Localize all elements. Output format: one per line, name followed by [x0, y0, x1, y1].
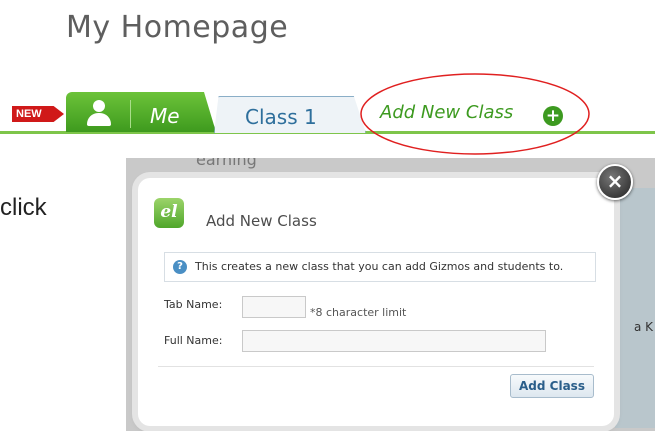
tab-class-1[interactable]: Class 1 — [214, 96, 366, 133]
background-strip — [615, 188, 655, 428]
highlight-ellipse — [360, 73, 590, 155]
background-side-text: a K — [633, 320, 653, 334]
info-icon: ? — [173, 260, 187, 274]
tab-me[interactable]: Me — [66, 92, 216, 132]
instruction-text: click — [0, 194, 47, 221]
background-header-text: earning — [196, 158, 257, 169]
char-limit-note: *8 character limit — [310, 306, 407, 319]
new-badge: NEW — [12, 106, 64, 122]
modal-divider — [158, 366, 594, 367]
explorelearning-logo-icon: el — [154, 198, 184, 228]
tab-name-input[interactable] — [242, 296, 306, 318]
person-icon — [84, 98, 114, 130]
add-class-modal: el Add New Class ? This creates a new cl… — [138, 178, 614, 426]
close-icon[interactable]: × — [597, 164, 633, 200]
info-text: This creates a new class that you can ad… — [195, 260, 564, 273]
tab-class-1-label: Class 1 — [245, 105, 317, 129]
info-box: ? This creates a new class that you can … — [164, 252, 596, 282]
tab-me-label: Me — [150, 104, 180, 128]
tab-divider — [130, 100, 131, 128]
full-name-input[interactable] — [242, 330, 546, 352]
modal-title: Add New Class — [206, 212, 317, 230]
full-name-label: Full Name: — [164, 334, 223, 347]
add-class-button[interactable]: Add Class — [510, 374, 594, 398]
page-title: My Homepage — [66, 10, 289, 45]
tab-name-label: Tab Name: — [164, 298, 223, 311]
